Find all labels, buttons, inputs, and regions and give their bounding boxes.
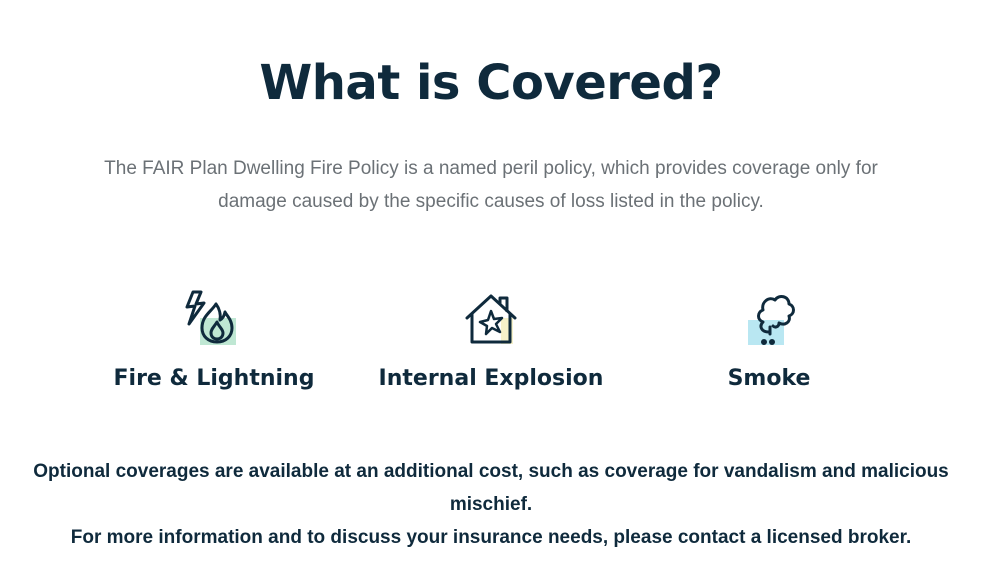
coverage-notes: Optional coverages are available at an a… [30, 455, 952, 554]
coverage-label: Smoke [727, 366, 811, 391]
intro-paragraph: The FAIR Plan Dwelling Fire Policy is a … [104, 158, 878, 212]
coverage-item-fire-lightning: Fire & Lightning [84, 290, 344, 391]
coverage-item-smoke: Smoke [639, 290, 899, 391]
house-explosion-icon [465, 294, 517, 344]
contact-broker-note: For more information and to discuss your… [70, 527, 912, 548]
optional-coverage-note: Optional coverages are available at an a… [33, 461, 949, 515]
coverage-item-internal-explosion: Internal Explosion [361, 290, 621, 391]
page-title: What is Covered? [259, 55, 723, 111]
fire-lightning-icon [185, 290, 236, 345]
coverage-list: Fire & Lightning Internal Explosion Smok… [0, 290, 982, 410]
coverage-label: Fire & Lightning [113, 366, 315, 391]
smoke-icon [748, 295, 795, 345]
coverage-label: Internal Explosion [378, 366, 604, 391]
